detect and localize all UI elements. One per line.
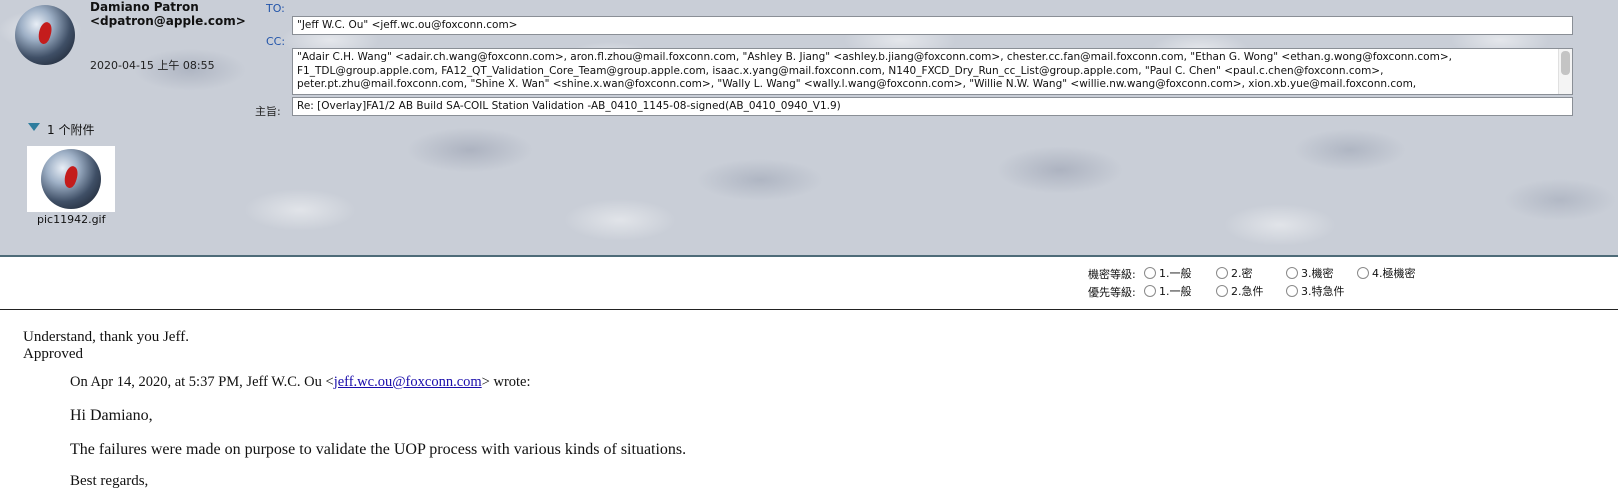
sent-date: 2020-04-15 上午 08:55 [90, 59, 215, 72]
quoted-closing: Best regards, [70, 473, 149, 489]
subject-label: 主旨: [255, 105, 281, 118]
radio-circle-icon[interactable] [1216, 285, 1228, 297]
priority-option-2[interactable]: 2.急件 [1216, 283, 1264, 299]
quote-prefix: On Apr 14, 2020, at 5:37 PM, Jeff W.C. O… [70, 374, 334, 390]
radio-circle-icon[interactable] [1216, 267, 1228, 279]
quoted-paragraph: The failures were made on purpose to val… [70, 441, 687, 458]
radio-circle-icon[interactable] [1357, 267, 1369, 279]
cc-scrollbar-track[interactable] [1558, 49, 1572, 94]
sender-avatar-globe-icon [15, 5, 75, 65]
security-option-4[interactable]: 4.極機密 [1357, 265, 1416, 281]
cc-line: F1_TDL@group.apple.com, FA12_QT_Validati… [297, 64, 1384, 77]
body-line: Approved [23, 346, 83, 362]
radio-circle-icon[interactable] [1144, 267, 1156, 279]
security-level-label: 機密等級: [1088, 268, 1136, 281]
radio-circle-icon[interactable] [1144, 285, 1156, 297]
security-option-2[interactable]: 2.密 [1216, 265, 1253, 281]
cc-line: peter.pt.zhu@mail.foxconn.com, "Shine X.… [297, 78, 1417, 90]
attachment-globe-icon [41, 149, 101, 209]
subject-field[interactable]: Re: [Overlay]FA1/2 AB Build SA-COIL Stat… [292, 97, 1573, 116]
radio-circle-icon[interactable] [1286, 285, 1298, 297]
priority-option-3[interactable]: 3.特急件 [1286, 283, 1345, 299]
to-field[interactable]: "Jeff W.C. Ou" <jeff.wc.ou@foxconn.com> [292, 16, 1573, 35]
sender-email: <dpatron@apple.com> [90, 14, 246, 28]
cc-line: "Adair C.H. Wang" <adair.ch.wang@foxconn… [297, 51, 1452, 63]
cc-field[interactable]: "Adair C.H. Wang" <adair.ch.wang@foxconn… [292, 48, 1573, 95]
attachment-thumbnail[interactable] [27, 146, 115, 212]
quoted-greeting: Hi Damiano, [70, 407, 153, 424]
disclosure-triangle-icon[interactable] [28, 123, 40, 131]
priority-level-label: 優先等級: [1088, 286, 1136, 299]
cc-label: CC: [266, 35, 286, 48]
quote-attribution: On Apr 14, 2020, at 5:37 PM, Jeff W.C. O… [70, 374, 531, 391]
message-body: Understand, thank you Jeff. Approved On … [0, 310, 1618, 489]
quote-suffix: > wrote: [481, 374, 531, 390]
classification-panel: 機密等級: 1.一般 2.密 3.機密 4.極機密 優先等級: 1.一般 2.急… [0, 257, 1618, 310]
sender-email-link[interactable]: jeff.wc.ou@foxconn.com [334, 374, 482, 390]
to-label: TO: [266, 2, 285, 15]
cc-scrollbar-thumb[interactable] [1561, 51, 1570, 75]
body-line: Understand, thank you Jeff. [23, 329, 189, 345]
security-option-3[interactable]: 3.機密 [1286, 265, 1334, 281]
priority-option-1[interactable]: 1.一般 [1144, 283, 1192, 299]
security-option-1[interactable]: 1.一般 [1144, 265, 1192, 281]
attachment-count[interactable]: 1 个附件 [47, 121, 94, 138]
radio-circle-icon[interactable] [1286, 267, 1298, 279]
message-header: Damiano Patron <dpatron@apple.com> 2020-… [0, 0, 1618, 257]
sender-name: Damiano Patron [90, 0, 199, 14]
attachment-filename[interactable]: pic11942.gif [37, 213, 106, 226]
